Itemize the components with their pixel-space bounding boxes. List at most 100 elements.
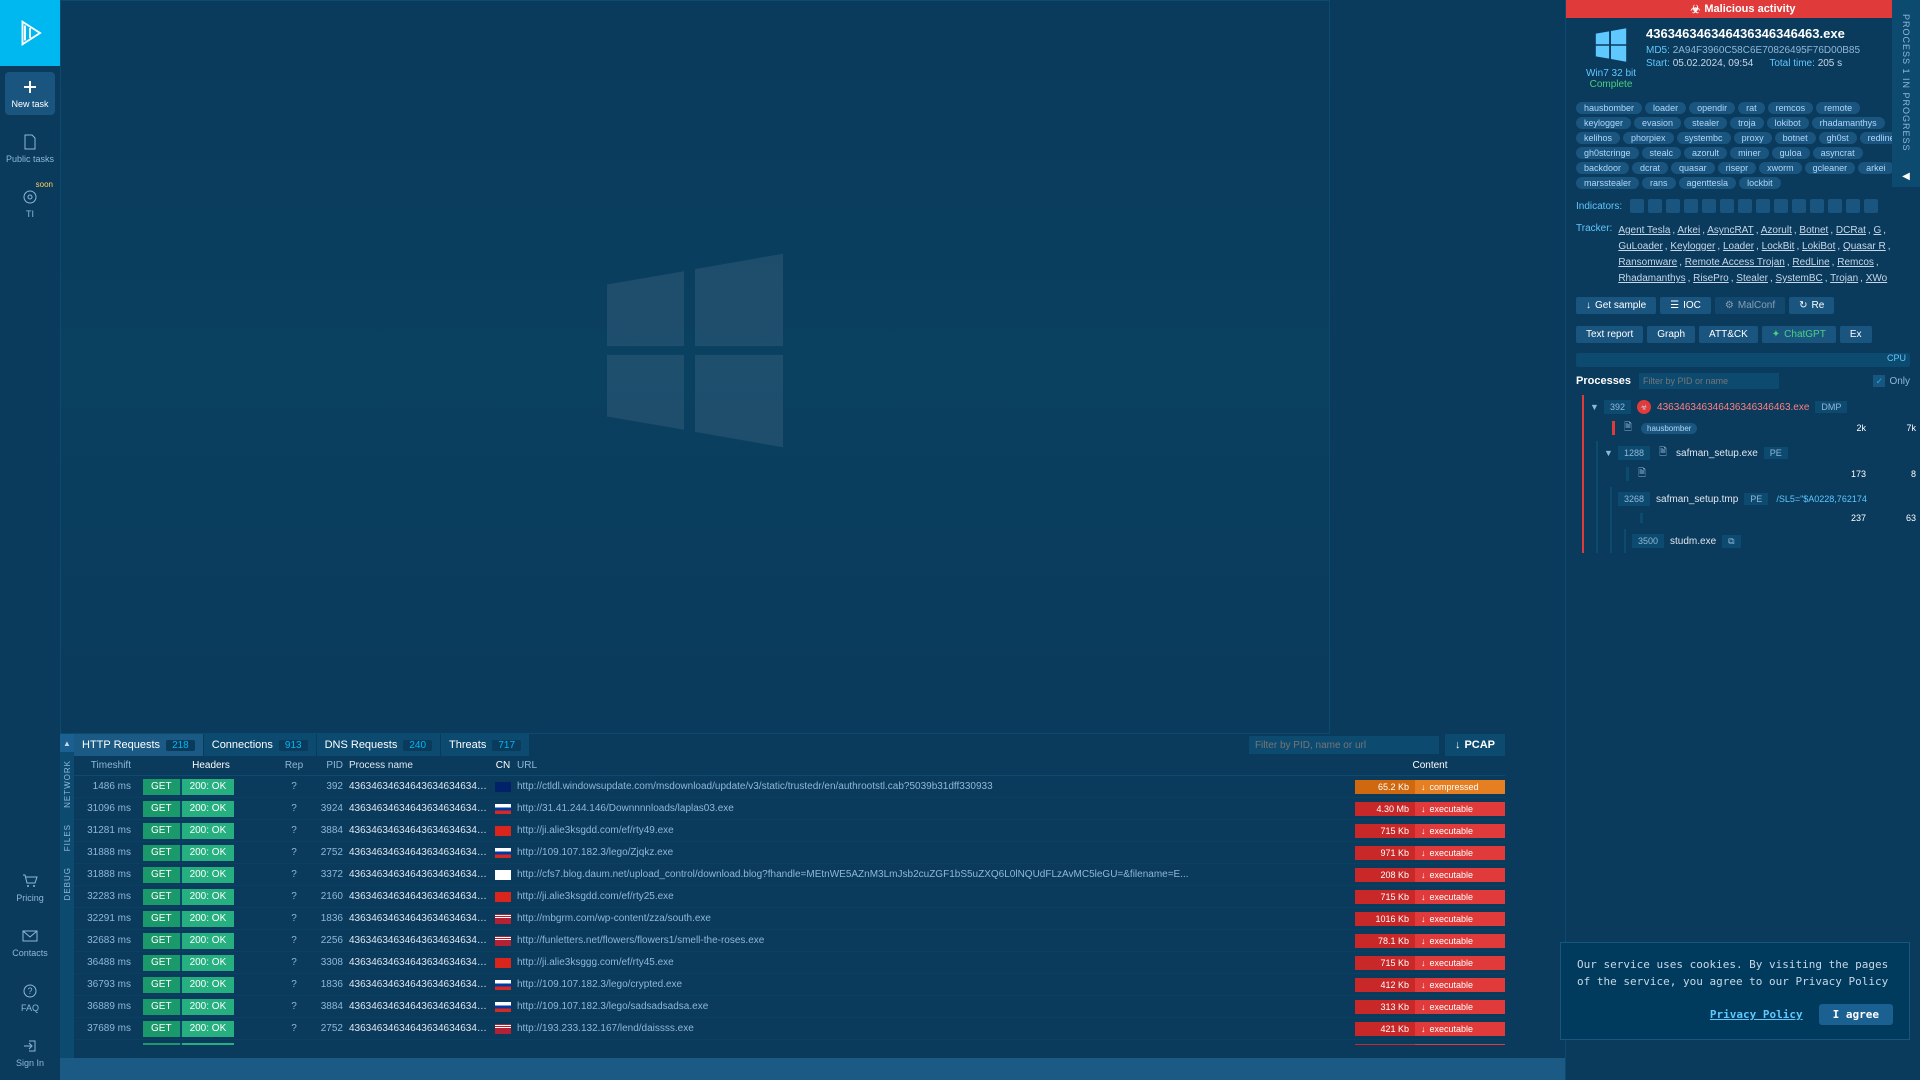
threat-tag[interactable]: agenttesla xyxy=(1679,177,1737,189)
indicator-icon[interactable] xyxy=(1846,199,1860,213)
tracker-link[interactable]: SystemBC xyxy=(1776,273,1823,284)
sign-in-button[interactable]: Sign In xyxy=(5,1031,55,1074)
pcap-button[interactable]: ↓ PCAP xyxy=(1445,734,1505,756)
ioc-button[interactable]: ☰IOC xyxy=(1660,297,1711,314)
indicator-icon[interactable] xyxy=(1774,199,1788,213)
tracker-link[interactable]: G xyxy=(1873,225,1881,236)
process-row[interactable]: ▼ 392 ☣ 436346346346436346346463.exe DMP xyxy=(1590,395,1916,419)
process-badge[interactable]: ⧉ xyxy=(1722,535,1740,548)
text-report-button[interactable]: Text report xyxy=(1576,326,1643,343)
indicator-icon[interactable] xyxy=(1720,199,1734,213)
threat-tag[interactable]: xworm xyxy=(1759,162,1802,174)
table-row[interactable]: 1486 ms GET 200: OK ? 392 43634634634643… xyxy=(74,776,1505,798)
tab-threats[interactable]: Threats 717 xyxy=(441,734,529,756)
threat-tag[interactable]: phorpiex xyxy=(1623,132,1674,144)
indicator-icon[interactable] xyxy=(1630,199,1644,213)
tracker-link[interactable]: Keylogger xyxy=(1670,241,1715,252)
public-tasks-button[interactable]: Public tasks xyxy=(5,127,55,170)
only-important-checkbox[interactable]: ✓ Only xyxy=(1873,375,1910,387)
tracker-link[interactable]: Rhadamanthys xyxy=(1618,273,1685,284)
process-row[interactable]: ▼ 1288 🗎 safman_setup.exe PE xyxy=(1604,441,1916,465)
col-cn[interactable]: CN xyxy=(489,760,517,771)
export-button[interactable]: Ex xyxy=(1840,326,1872,343)
process-badge[interactable]: PE xyxy=(1744,493,1768,505)
table-row[interactable]: 38694 ms GET 200: OK ? 3372 436346346346… xyxy=(74,1040,1505,1045)
table-row[interactable]: 37689 ms GET 200: OK ? 2752 436346346346… xyxy=(74,1018,1505,1040)
http-filter-input[interactable] xyxy=(1249,736,1439,754)
indicator-icon[interactable] xyxy=(1684,199,1698,213)
process-row[interactable]: 3268 safman_setup.tmp PE /SL5="$A0228,76… xyxy=(1618,487,1916,511)
tracker-link[interactable]: AsyncRAT xyxy=(1707,225,1754,236)
tracker-link[interactable]: Arkei xyxy=(1677,225,1700,236)
tab-connections[interactable]: Connections 913 xyxy=(204,734,316,756)
rail-label-network[interactable]: NETWORK xyxy=(63,760,72,808)
process-badge[interactable]: DMP xyxy=(1815,401,1847,413)
table-row[interactable]: 36889 ms GET 200: OK ? 3884 436346346346… xyxy=(74,996,1505,1018)
process-row[interactable]: 3500 studm.exe ⧉ xyxy=(1632,529,1916,553)
tracker-link[interactable]: Azorult xyxy=(1761,225,1792,236)
new-task-button[interactable]: New task xyxy=(5,72,55,115)
malconf-button[interactable]: ⚙MalConf xyxy=(1715,297,1785,314)
col-rep[interactable]: Rep xyxy=(279,760,309,771)
threat-tag[interactable]: gh0st xyxy=(1819,132,1857,144)
indicator-icon[interactable] xyxy=(1738,199,1752,213)
table-row[interactable]: 31888 ms GET 200: OK ? 3372 436346346346… xyxy=(74,864,1505,886)
tracker-link[interactable]: Remcos xyxy=(1837,257,1874,268)
chatgpt-button[interactable]: ✦ChatGPT xyxy=(1762,326,1836,343)
get-sample-button[interactable]: ↓Get sample xyxy=(1576,297,1656,314)
threat-tag[interactable]: quasar xyxy=(1671,162,1715,174)
graph-button[interactable]: Graph xyxy=(1647,326,1695,343)
table-row[interactable]: 31281 ms GET 200: OK ? 3884 436346346346… xyxy=(74,820,1505,842)
cookie-agree-button[interactable]: I agree xyxy=(1819,1004,1893,1025)
tracker-link[interactable]: Stealer xyxy=(1736,273,1768,284)
threat-tag[interactable]: proxy xyxy=(1734,132,1772,144)
threat-tag[interactable]: troja xyxy=(1730,117,1764,129)
tracker-link[interactable]: Agent Tesla xyxy=(1618,225,1670,236)
caret-icon[interactable]: ▼ xyxy=(1590,402,1600,412)
tracker-link[interactable]: Loader xyxy=(1723,241,1754,252)
threat-tag[interactable]: evasion xyxy=(1634,117,1681,129)
threat-tag[interactable]: lockbit xyxy=(1739,177,1781,189)
indicator-icon[interactable] xyxy=(1756,199,1770,213)
indicator-icon[interactable] xyxy=(1810,199,1824,213)
threat-tag[interactable]: arkei xyxy=(1858,162,1894,174)
process-badge[interactable]: PE xyxy=(1764,447,1788,459)
threat-tag[interactable]: gcleaner xyxy=(1805,162,1856,174)
threat-tag[interactable]: azorult xyxy=(1684,147,1727,159)
col-content[interactable]: Content xyxy=(1355,760,1505,771)
process-tree[interactable]: ▼ 392 ☣ 436346346346436346346463.exe DMP… xyxy=(1566,395,1920,557)
caret-icon[interactable]: ▼ xyxy=(1604,448,1614,458)
col-headers[interactable]: Headers xyxy=(139,760,279,771)
rail-label-files[interactable]: FILES xyxy=(63,824,72,851)
threat-tag[interactable]: marsstealer xyxy=(1576,177,1639,189)
threat-tag[interactable]: keylogger xyxy=(1576,117,1631,129)
tracker-link[interactable]: Ransomware xyxy=(1618,257,1677,268)
tracker-link[interactable]: Remote Access Trojan xyxy=(1685,257,1785,268)
privacy-policy-link[interactable]: Privacy Policy xyxy=(1710,1008,1803,1021)
indicator-icon[interactable] xyxy=(1702,199,1716,213)
indicator-icon[interactable] xyxy=(1648,199,1662,213)
threat-tag[interactable]: kelihos xyxy=(1576,132,1620,144)
tab-dns-requests[interactable]: DNS Requests 240 xyxy=(317,734,440,756)
tracker-link[interactable]: DCRat xyxy=(1836,225,1866,236)
re-button[interactable]: ↻Re xyxy=(1789,297,1834,314)
threat-tag[interactable]: guloa xyxy=(1772,147,1810,159)
col-url[interactable]: URL xyxy=(517,760,1355,771)
col-timeshift[interactable]: Timeshift xyxy=(74,760,139,771)
http-table-body[interactable]: 1486 ms GET 200: OK ? 392 43634634634643… xyxy=(74,776,1505,1045)
threat-tag[interactable]: botnet xyxy=(1775,132,1816,144)
rail-label-debug[interactable]: DEBUG xyxy=(63,867,72,900)
attck-button[interactable]: ATT&CK xyxy=(1699,326,1758,343)
tab-http-requests[interactable]: HTTP Requests 218 xyxy=(74,734,203,756)
indicator-icon[interactable] xyxy=(1864,199,1878,213)
tracker-link[interactable]: XWo xyxy=(1866,273,1888,284)
threat-tag[interactable]: hausbomber xyxy=(1576,102,1642,114)
threat-tag[interactable]: remcos xyxy=(1768,102,1814,114)
table-row[interactable]: 31096 ms GET 200: OK ? 3924 436346346346… xyxy=(74,798,1505,820)
contacts-button[interactable]: Contacts xyxy=(5,921,55,964)
pricing-button[interactable]: Pricing xyxy=(5,866,55,909)
tracker-link[interactable]: RisePro xyxy=(1693,273,1729,284)
threat-tag[interactable]: remote xyxy=(1816,102,1860,114)
tracker-link[interactable]: LokiBot xyxy=(1802,241,1835,252)
threat-tag[interactable]: stealer xyxy=(1684,117,1727,129)
